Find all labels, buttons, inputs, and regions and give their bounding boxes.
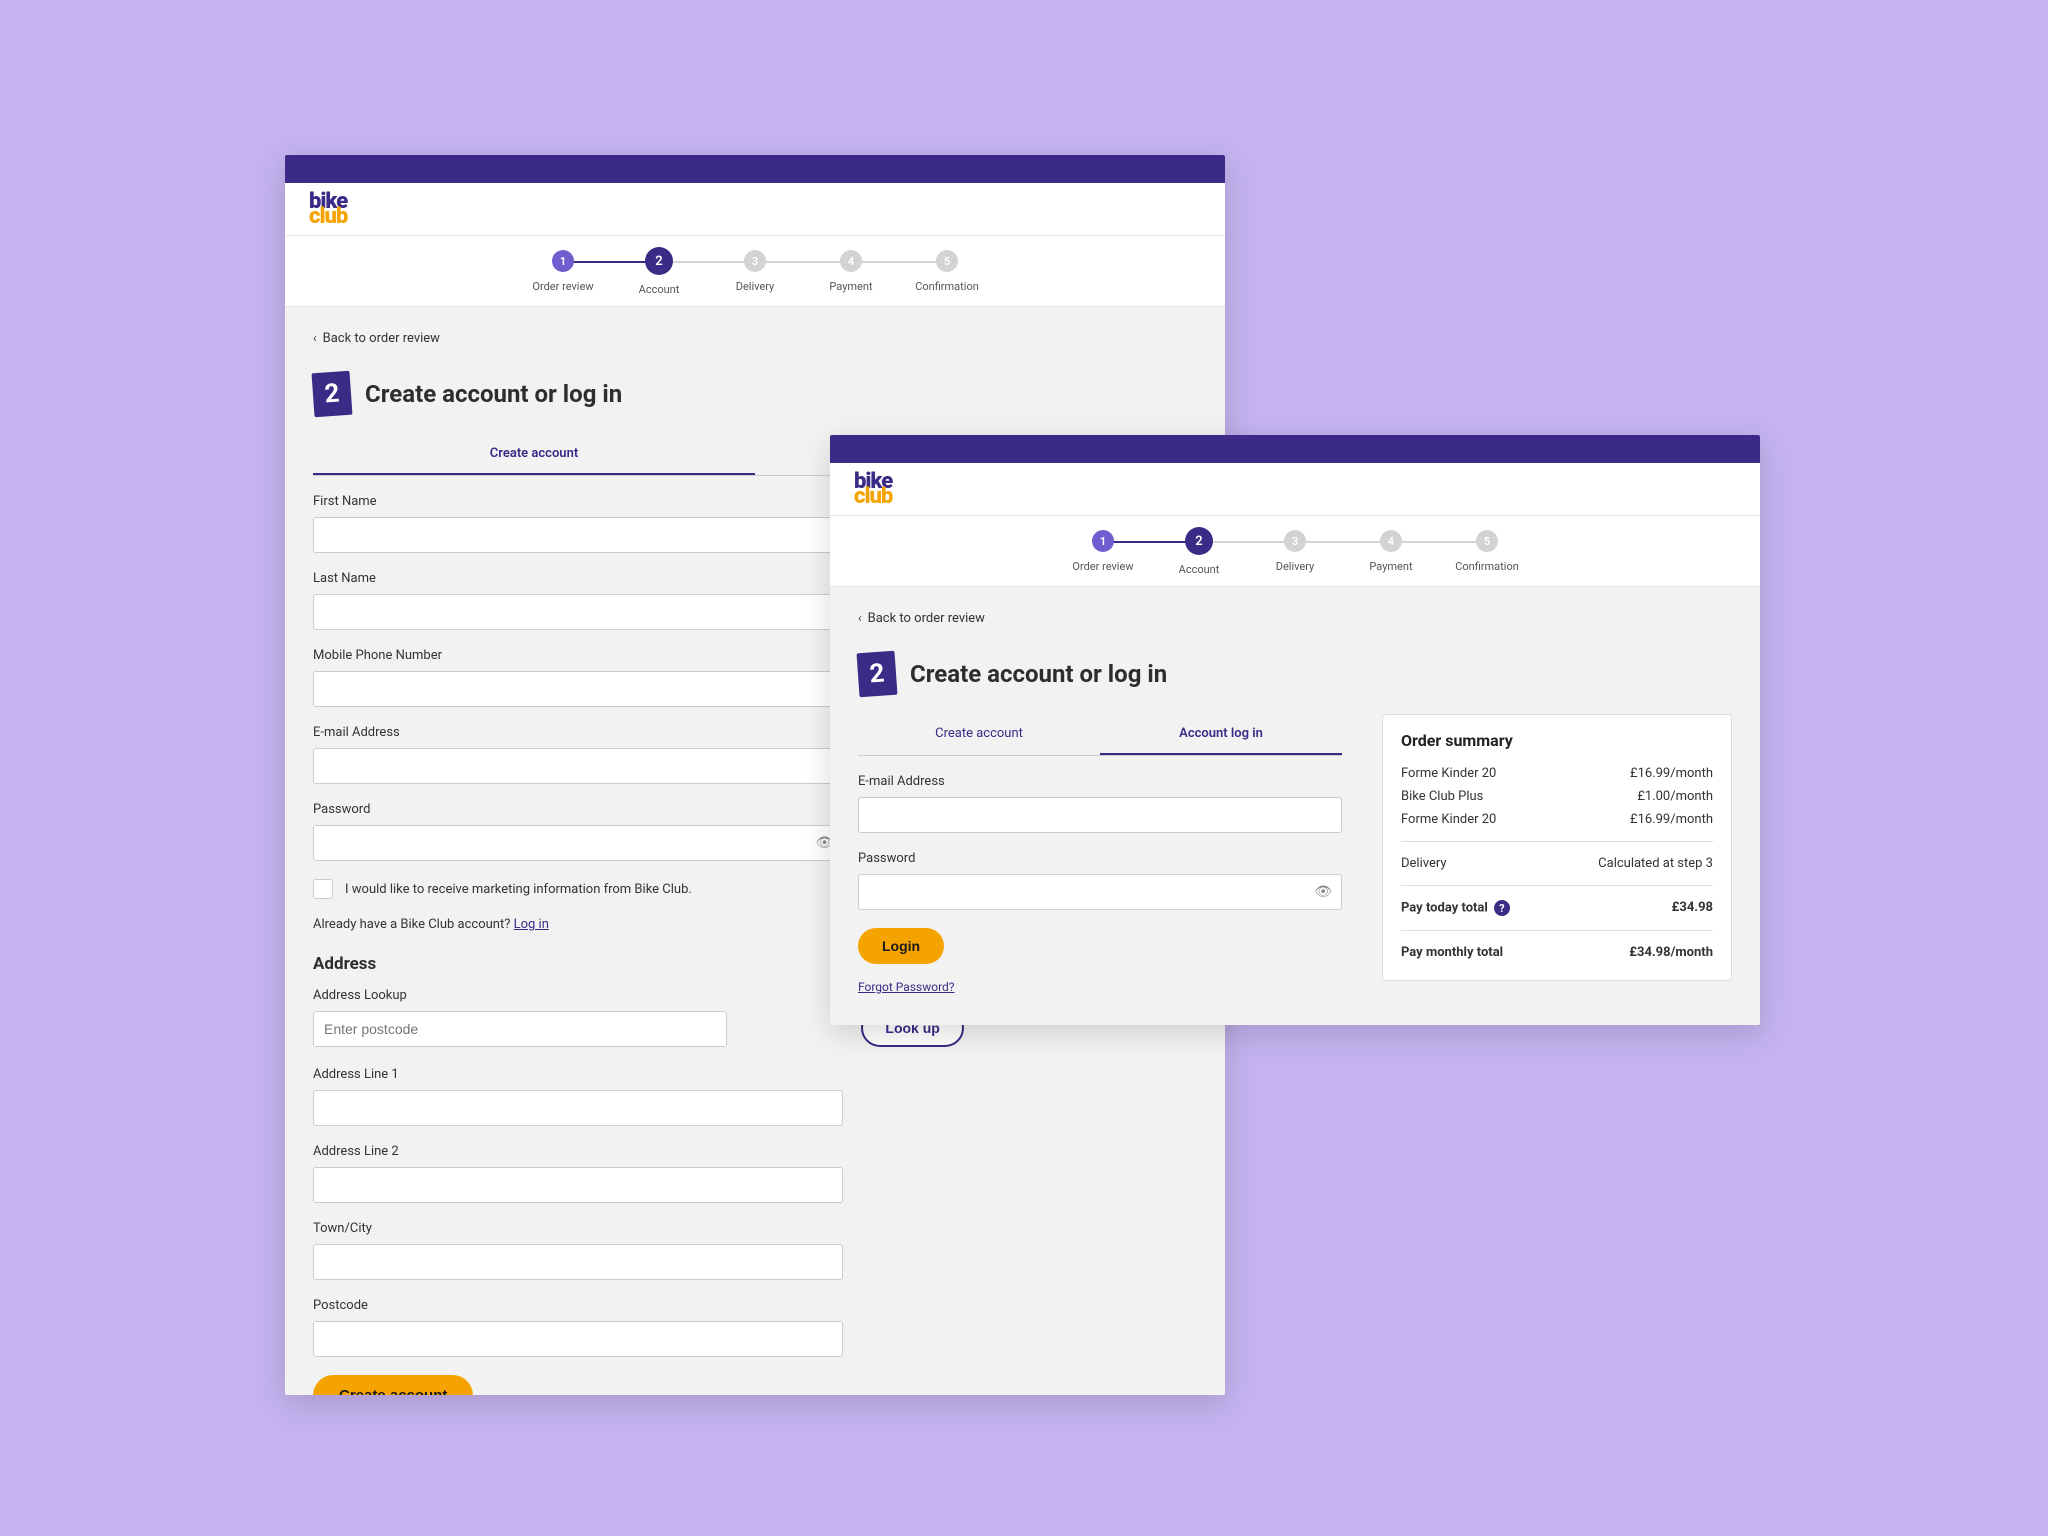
step-account[interactable]: 2 Account — [611, 250, 707, 296]
login-email-input[interactable] — [858, 797, 1342, 833]
window-topbar — [830, 435, 1760, 463]
summary-line-item: Forme Kinder 20 £16.99/month — [1401, 808, 1713, 831]
show-password-icon[interactable]: 👁 — [1314, 884, 1332, 900]
progress-stepper: 1 Order review 2 Account 3 Delivery 4 Pa… — [830, 516, 1760, 587]
chevron-left-icon: ‹ — [858, 611, 862, 625]
login-window: bike club 1 Order review 2 Account 3 Del… — [830, 435, 1760, 1025]
password-input[interactable] — [313, 825, 843, 861]
address-line-2-label: Address Line 2 — [313, 1144, 843, 1159]
forgot-password-link[interactable]: Forgot Password? — [858, 980, 954, 994]
first-name-label: First Name — [313, 494, 843, 509]
step-delivery: 3 Delivery — [1247, 530, 1343, 573]
email-label: E-mail Address — [313, 725, 843, 740]
login-password-label: Password — [858, 851, 1342, 866]
address-line-2-input[interactable] — [313, 1167, 843, 1203]
email-input[interactable] — [313, 748, 843, 784]
login-button[interactable]: Login — [858, 928, 944, 964]
postcode-input[interactable] — [313, 1321, 843, 1357]
progress-stepper: 1 Order review 2 Account 3 Delivery 4 Pa… — [285, 236, 1225, 307]
summary-delivery: Delivery Calculated at step 3 — [1401, 852, 1713, 875]
postcode-lookup-input[interactable] — [313, 1011, 727, 1047]
last-name-input[interactable] — [313, 594, 843, 630]
step-number-badge: 2 — [312, 371, 353, 418]
first-name-input[interactable] — [313, 517, 843, 553]
back-link-label: Back to order review — [868, 611, 985, 626]
page-title: Create account or log in — [365, 380, 622, 408]
marketing-label: I would like to receive marketing inform… — [345, 882, 692, 897]
address-line-1-input[interactable] — [313, 1090, 843, 1126]
password-label: Password — [313, 802, 843, 817]
postcode-label: Postcode — [313, 1298, 843, 1313]
page-title: Create account or log in — [910, 660, 1167, 688]
step-order-review[interactable]: 1 Order review — [515, 250, 611, 293]
back-to-order-review-link[interactable]: ‹ Back to order review — [313, 331, 440, 346]
step-account[interactable]: 2 Account — [1151, 530, 1247, 576]
login-password-input[interactable] — [858, 874, 1342, 910]
tab-create-account[interactable]: Create account — [858, 714, 1100, 755]
tab-account-login[interactable]: Account log in — [1100, 714, 1342, 755]
town-city-input[interactable] — [313, 1244, 843, 1280]
town-city-label: Town/City — [313, 1221, 843, 1236]
step-payment: 4 Payment — [1343, 530, 1439, 573]
step-order-review[interactable]: 1 Order review — [1055, 530, 1151, 573]
mobile-input[interactable] — [313, 671, 843, 707]
step-number-badge: 2 — [857, 651, 898, 698]
logo-line2: club — [309, 208, 347, 226]
order-summary-card: Order summary Forme Kinder 20 £16.99/mon… — [1382, 714, 1732, 981]
mobile-label: Mobile Phone Number — [313, 648, 843, 663]
step-confirmation: 5 Confirmation — [899, 250, 995, 293]
brand-logo: bike club — [309, 193, 347, 225]
login-link[interactable]: Log in — [514, 917, 549, 932]
last-name-label: Last Name — [313, 571, 843, 586]
step-confirmation: 5 Confirmation — [1439, 530, 1535, 573]
login-email-label: E-mail Address — [858, 774, 1342, 789]
marketing-checkbox[interactable] — [313, 879, 333, 899]
header: bike club — [285, 183, 1225, 236]
help-icon[interactable]: ? — [1494, 900, 1510, 916]
order-summary-title: Order summary — [1401, 731, 1713, 750]
step-payment: 4 Payment — [803, 250, 899, 293]
summary-line-item: Bike Club Plus £1.00/month — [1401, 785, 1713, 808]
back-to-order-review-link[interactable]: ‹ Back to order review — [858, 611, 985, 626]
address-lookup-label: Address Lookup — [313, 988, 843, 1003]
header: bike club — [830, 463, 1760, 516]
create-account-button[interactable]: Create account — [313, 1375, 473, 1395]
step-delivery: 3 Delivery — [707, 250, 803, 293]
tab-create-account[interactable]: Create account — [313, 434, 755, 475]
summary-line-item: Forme Kinder 20 £16.99/month — [1401, 762, 1713, 785]
summary-pay-today: Pay today total? £34.98 — [1401, 896, 1713, 920]
logo-line2: club — [854, 488, 892, 506]
brand-logo: bike club — [854, 473, 892, 505]
summary-pay-monthly: Pay monthly total £34.98/month — [1401, 941, 1713, 964]
window-topbar — [285, 155, 1225, 183]
back-link-label: Back to order review — [323, 331, 440, 346]
account-tabs: Create account Account log in — [858, 714, 1342, 756]
chevron-left-icon: ‹ — [313, 331, 317, 345]
address-line-1-label: Address Line 1 — [313, 1067, 843, 1082]
